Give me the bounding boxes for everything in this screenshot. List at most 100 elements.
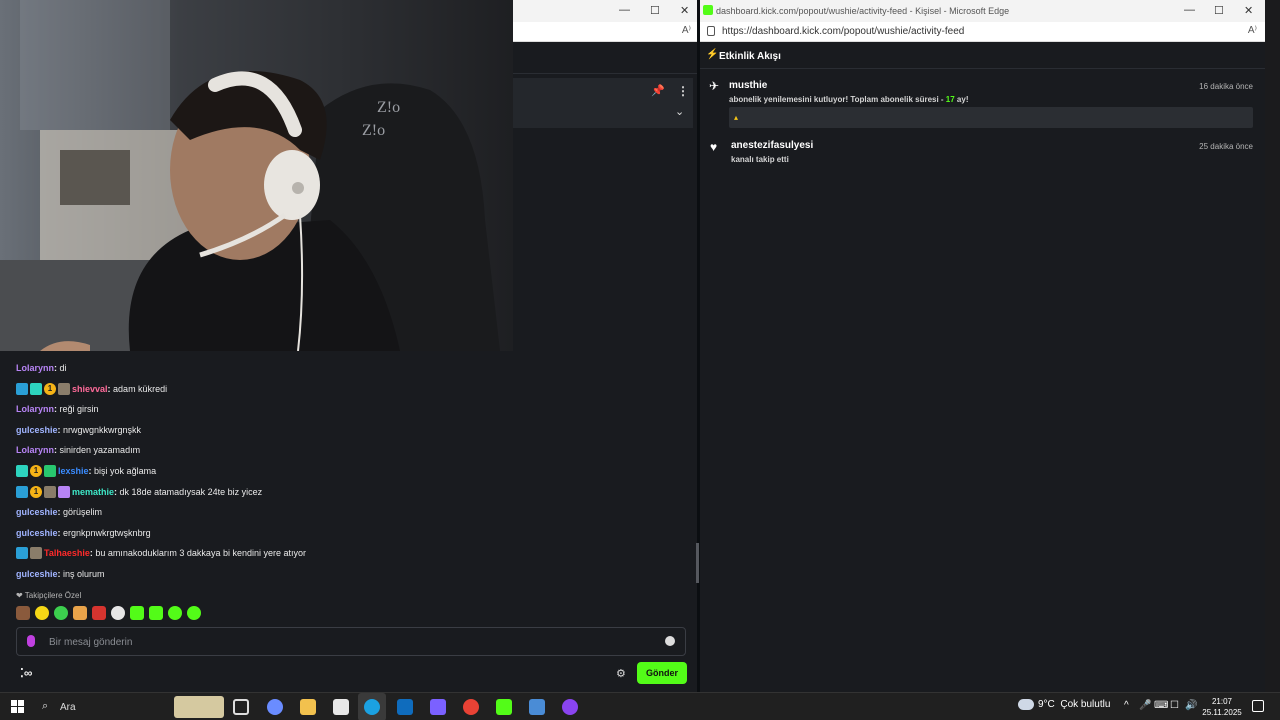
notifications-icon[interactable] xyxy=(1252,700,1264,712)
keyboard-icon[interactable]: ⌨ xyxy=(1154,700,1168,711)
webcam-feed: Z!o Z!o xyxy=(0,0,513,351)
emote-icon[interactable] xyxy=(16,606,30,620)
event-time: 25 dakika önce xyxy=(1199,142,1253,151)
gear-icon[interactable]: ⚙ xyxy=(616,667,626,680)
subscription-icon: ✈ xyxy=(709,79,720,93)
separator: : xyxy=(88,466,92,476)
chrome-icon[interactable] xyxy=(463,699,479,715)
event-username[interactable]: musthie xyxy=(729,80,767,91)
taskbar-search[interactable]: ⌕ Ara xyxy=(36,696,226,718)
emote-icon[interactable] xyxy=(168,606,182,620)
separator: : xyxy=(89,548,93,558)
chat-text: reği girsin xyxy=(59,404,99,414)
microphone-icon[interactable] xyxy=(27,635,35,647)
address-bar[interactable]: https://dashboard.kick.com/popout/wushie… xyxy=(700,22,1265,42)
more-options-icon[interactable]: ⋮ xyxy=(677,84,689,98)
read-aloud-icon[interactable]: A⁾ xyxy=(682,25,691,36)
lock-icon[interactable] xyxy=(707,26,715,36)
chat-input-box[interactable] xyxy=(16,627,686,656)
chat-username[interactable]: shievval xyxy=(72,384,108,394)
chat-username[interactable]: memathie xyxy=(72,487,114,497)
chat-username[interactable]: gulceshie xyxy=(16,528,58,538)
chat-message: Lolarynn: reği girsin xyxy=(16,401,99,417)
url-text[interactable]: https://dashboard.kick.com/popout/wushie… xyxy=(722,26,964,37)
close-button[interactable]: ✕ xyxy=(1244,4,1253,17)
chat-username[interactable]: gulceshie xyxy=(16,425,58,435)
windows-start-icon[interactable] xyxy=(11,700,25,714)
outlook-icon[interactable] xyxy=(397,699,413,715)
minimize-button[interactable]: — xyxy=(619,4,630,16)
network-icon[interactable]: ☐ xyxy=(1170,700,1179,711)
chat-username[interactable]: Lolarynn xyxy=(16,404,54,414)
chevron-down-icon[interactable]: ⌄ xyxy=(675,105,684,118)
chat-points-icon[interactable]: ⁚∞ xyxy=(20,666,32,680)
event-time: 16 dakika önce xyxy=(1199,82,1253,91)
settings-app-icon[interactable] xyxy=(529,699,545,715)
event-message-box: ▴ xyxy=(729,107,1253,128)
founder-badge-icon xyxy=(30,547,42,559)
event-message: abonelik yenilemesini kutluyor! Toplam a… xyxy=(729,95,969,104)
emote-icon[interactable] xyxy=(92,606,106,620)
chat-username[interactable]: Lolarynn xyxy=(16,363,54,373)
clock[interactable]: 21:07 25.11.2025 xyxy=(1200,696,1244,718)
close-button[interactable]: ✕ xyxy=(680,4,689,17)
emote-icon[interactable] xyxy=(54,606,68,620)
microphone-icon[interactable]: 🎤 xyxy=(1139,700,1151,711)
chat-text: adam kükredi xyxy=(113,384,168,394)
maximize-button[interactable]: ☐ xyxy=(1214,4,1224,17)
emote-icon[interactable] xyxy=(111,606,125,620)
chat-username[interactable]: Talhaeshie xyxy=(44,548,90,558)
emoji-picker-icon[interactable] xyxy=(665,636,675,646)
maximize-button[interactable]: ☐ xyxy=(650,4,660,17)
send-button[interactable]: Gönder xyxy=(637,662,687,684)
separator: : xyxy=(114,487,118,497)
file-explorer-icon[interactable] xyxy=(300,699,316,715)
emote-icon[interactable] xyxy=(130,606,144,620)
gift-box-badge-icon xyxy=(58,486,70,498)
show-hidden-icons-icon[interactable]: ^ xyxy=(1124,700,1129,711)
minimize-button[interactable]: — xyxy=(1184,4,1195,16)
feed-title: Etkinlik Akışı xyxy=(719,51,781,62)
search-highlight-icon[interactable] xyxy=(174,696,224,718)
separator: : xyxy=(54,363,58,373)
chat-message: gulceshie: görüşelim xyxy=(16,504,102,520)
edge-icon[interactable] xyxy=(364,699,380,715)
event-username[interactable]: anestezifasulyesi xyxy=(731,140,813,151)
left-address-bar[interactable]: A⁾ xyxy=(513,22,697,42)
search-label: Ara xyxy=(60,702,76,713)
emote-icon[interactable] xyxy=(73,606,87,620)
microsoft-365-icon[interactable] xyxy=(430,699,446,715)
chat-username[interactable]: Lolarynn xyxy=(16,445,54,455)
chat-message: Lolarynn: sinirden yazamadım xyxy=(16,442,140,458)
emote-icon[interactable] xyxy=(187,606,201,620)
weather-widget[interactable]: 9°C Çok bulutlu xyxy=(1018,699,1110,710)
chat-username[interactable]: gulceshie xyxy=(16,569,58,579)
weather-temp: 9°C xyxy=(1038,699,1055,711)
chat-text: bu amınakoduklarım 3 dakkaya bi kendini … xyxy=(95,548,306,558)
pinned-message-card[interactable]: 📌 ⋮ ⌄ xyxy=(513,78,693,128)
task-view-icon[interactable] xyxy=(233,699,249,715)
founder-badge-icon xyxy=(44,486,56,498)
pin-icon[interactable]: 📌 xyxy=(651,84,665,97)
chat-message-input[interactable] xyxy=(49,633,649,651)
store-icon[interactable] xyxy=(333,699,349,715)
chat-username[interactable]: lexshie xyxy=(58,466,89,476)
feed-header: ⚡ Etkinlik Akışı xyxy=(700,44,1265,69)
chat-username[interactable]: gulceshie xyxy=(16,507,58,517)
chat-message: 1 lexshie: bişi yok ağlama xyxy=(16,463,156,479)
founder-badge-icon xyxy=(58,383,70,395)
left-window-titlebar: — ☐ ✕ xyxy=(513,0,697,22)
emote-icon[interactable] xyxy=(149,606,163,620)
chat-message: Lolarynn: di xyxy=(16,360,67,376)
read-aloud-icon[interactable]: A⁾ xyxy=(1248,25,1257,36)
search-icon[interactable]: ⌕ xyxy=(42,700,48,713)
volume-icon[interactable]: 🔊 xyxy=(1185,700,1197,711)
follower-emotes-header: ❤ Takipçilere Özel xyxy=(16,591,82,600)
kick-app-icon[interactable] xyxy=(496,699,512,715)
separator: : xyxy=(107,384,111,394)
chat-text: görüşelim xyxy=(63,507,103,517)
chat-scrollbar[interactable] xyxy=(696,543,699,583)
copilot-icon[interactable] xyxy=(267,699,283,715)
emote-icon[interactable] xyxy=(35,606,49,620)
obs-icon[interactable] xyxy=(562,699,578,715)
